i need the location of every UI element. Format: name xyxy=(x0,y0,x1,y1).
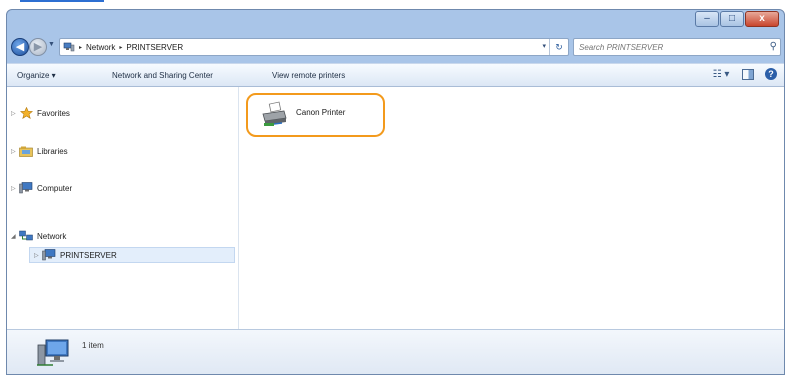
title-bar: – □ x xyxy=(7,10,784,34)
refresh-icon: ↻ xyxy=(555,41,563,52)
network-location-icon xyxy=(63,42,75,52)
command-bar: Organize ▾ Network and Sharing Center Vi… xyxy=(7,63,784,87)
computer-icon xyxy=(19,182,33,194)
file-list-pane: Canon Printer xyxy=(240,87,784,329)
printer-item-highlighted[interactable]: Canon Printer xyxy=(246,93,385,137)
explorer-window: – □ x ◀ ▶ ▼ ▸ Network ▸ PRINTSERVER ▾ ↻ … xyxy=(6,9,785,375)
navigation-row: ◀ ▶ ▼ ▸ Network ▸ PRINTSERVER ▾ ↻ ⚲ xyxy=(7,37,784,59)
address-history-dropdown[interactable]: ▾ xyxy=(542,42,546,50)
recent-pages-dropdown[interactable]: ▼ xyxy=(48,41,55,48)
minimize-button[interactable]: – xyxy=(695,11,719,27)
maximize-icon: □ xyxy=(728,13,736,24)
address-separator: ▸ xyxy=(79,44,83,51)
window-controls: – □ x xyxy=(694,11,779,27)
nav-label-favorites: Favorites xyxy=(37,108,70,118)
nav-label-printserver: PRINTSERVER xyxy=(60,250,117,260)
star-icon xyxy=(19,107,33,119)
nav-label-libraries: Libraries xyxy=(37,146,68,156)
navigation-pane: ▷ Favorites ▷ Libraries ▷ Computer ◢ Net… xyxy=(7,87,239,329)
expand-arrow-icon[interactable]: ▷ xyxy=(11,185,19,192)
server-large-icon xyxy=(37,339,69,366)
forward-button[interactable]: ▶ xyxy=(29,38,47,56)
nav-item-favorites[interactable]: ▷ Favorites xyxy=(11,105,70,121)
close-icon: x xyxy=(759,13,765,24)
collapse-arrow-icon[interactable]: ◢ xyxy=(11,233,19,240)
item-count: 1 item xyxy=(82,341,104,350)
printer-icon xyxy=(262,101,287,126)
expand-arrow-icon[interactable]: ▷ xyxy=(11,148,19,155)
details-pane: 1 item xyxy=(7,329,784,374)
expand-arrow-icon[interactable]: ▷ xyxy=(34,252,42,259)
network-icon xyxy=(19,230,33,242)
nav-label-computer: Computer xyxy=(37,183,73,193)
minimize-icon: – xyxy=(704,13,710,24)
organize-menu[interactable]: Organize ▾ xyxy=(17,71,56,80)
preview-pane-icon[interactable] xyxy=(741,67,755,81)
search-icon[interactable]: ⚲ xyxy=(770,41,777,52)
search-input[interactable] xyxy=(574,41,751,53)
libraries-icon xyxy=(19,145,33,157)
nav-item-printserver[interactable]: ▷ PRINTSERVER xyxy=(29,247,235,263)
help-glyph: ? xyxy=(765,68,777,80)
nav-item-libraries[interactable]: ▷ Libraries xyxy=(11,143,68,159)
refresh-button[interactable]: ↻ xyxy=(549,39,568,55)
preview-pane-shape xyxy=(742,68,754,80)
view-controls: ☷ ▾ ? xyxy=(710,67,778,81)
address-segment-server[interactable]: PRINTSERVER xyxy=(126,43,183,52)
close-button[interactable]: x xyxy=(745,11,779,27)
printer-name: Canon Printer xyxy=(296,107,346,117)
back-arrow-icon: ◀ xyxy=(15,40,25,53)
expand-arrow-icon[interactable]: ▷ xyxy=(11,110,19,117)
view-remote-printers-button[interactable]: View remote printers xyxy=(272,71,345,80)
address-segment-network[interactable]: Network xyxy=(86,43,115,52)
back-button[interactable]: ◀ xyxy=(11,38,29,56)
server-icon xyxy=(42,249,56,261)
content-area: ▷ Favorites ▷ Libraries ▷ Computer ◢ Net… xyxy=(7,87,784,329)
change-view-icon[interactable]: ☷ ▾ xyxy=(710,67,732,81)
top-link-fragment xyxy=(20,0,104,2)
nav-item-computer[interactable]: ▷ Computer xyxy=(11,180,72,196)
network-sharing-center-button[interactable]: Network and Sharing Center xyxy=(112,71,213,80)
help-icon[interactable]: ? xyxy=(764,67,778,81)
nav-label-network: Network xyxy=(37,231,67,241)
top-strip xyxy=(0,0,791,9)
nav-item-network[interactable]: ◢ Network xyxy=(11,228,66,244)
forward-arrow-icon: ▶ xyxy=(33,40,43,53)
address-bar[interactable]: ▸ Network ▸ PRINTSERVER ▾ ↻ xyxy=(59,38,569,56)
maximize-button[interactable]: □ xyxy=(720,11,744,27)
address-separator: ▸ xyxy=(119,44,123,51)
search-box[interactable]: ⚲ xyxy=(573,38,781,56)
